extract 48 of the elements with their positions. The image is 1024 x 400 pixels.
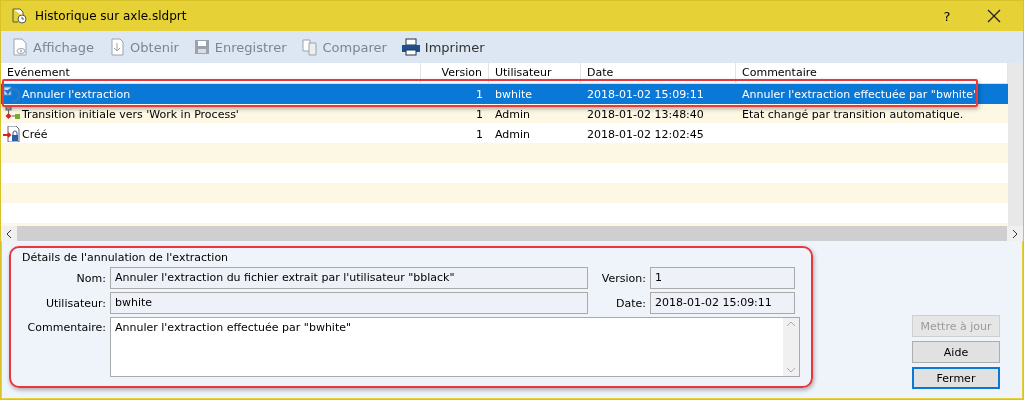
field-label: Nom: <box>75 271 106 285</box>
printer-icon <box>400 38 421 56</box>
table-cell-text: 2018-01-02 15:09:11 <box>586 87 705 101</box>
column-header[interactable]: Version <box>421 63 489 83</box>
name-field[interactable]: Annuler l'extraction du fichier extrait par l'utilisateur "bblack" <box>110 267 588 289</box>
window-title: Historique sur axle.sldprt <box>35 9 188 23</box>
table-cell-text: 2018-01-02 12:02:45 <box>586 127 705 141</box>
column-header[interactable]: Evénement <box>1 63 421 83</box>
document-arrow-icon <box>108 38 127 56</box>
column-header[interactable]: Utilisateur <box>489 63 581 83</box>
table-cell-text: bwhite <box>494 87 534 101</box>
toolbar-button[interactable]: Imprimer <box>400 38 485 56</box>
field-label: Utilisateur: <box>44 296 106 310</box>
table-cell-text: 1 <box>475 87 484 101</box>
table-cell-text: 1 <box>475 107 484 121</box>
table-row[interactable]: Annuler l'extraction 1 bwhite 2018-01-02 15:09:11 Annuler l'extraction effectuée par "bwhite" <box>1 84 1008 104</box>
group-title: Détails de l'annulation de l'extraction <box>22 251 230 264</box>
table-row[interactable]: Transition initiale vers 'Work in Process' 1 Admin 2018-01-02 13:48:40 Etat changé par transition automatique. <box>1 104 1008 124</box>
dialog-button[interactable]: Aide <box>912 341 1000 363</box>
date-field[interactable]: 2018-01-02 15:09:11 <box>650 292 795 314</box>
table-cell-text: 2018-01-02 13:48:40 <box>586 107 705 121</box>
table-cell: Créé <box>22 127 48 141</box>
comment-field[interactable]: Annuler l'extraction effectuée par "bwhite" <box>110 317 800 377</box>
field-label: Commentaire: <box>26 320 106 334</box>
document-lock-icon <box>3 126 21 142</box>
field-label: Date: <box>615 296 646 310</box>
help-button[interactable]: ? <box>927 8 967 24</box>
horizontal-scrollbar[interactable] <box>1 226 1023 241</box>
table-cell-text: Admin <box>494 107 532 121</box>
table-cell-text: 1 <box>475 127 484 141</box>
column-header[interactable]: Date <box>581 63 736 83</box>
flow-diagram-icon <box>3 106 21 122</box>
document-eye-icon <box>11 38 29 56</box>
field-label: Version: <box>600 271 646 285</box>
two-documents-icon <box>300 38 319 56</box>
table-cell: Etat changé par transition automatique. <box>742 107 964 121</box>
table-cell: Transition initiale vers 'Work in Process' <box>22 107 239 121</box>
table-cell-text: Admin <box>494 127 532 141</box>
table-row[interactable]: Créé 1 Admin 2018-01-02 12:02:45 <box>1 124 1008 144</box>
dialog-button[interactable]: Fermer <box>912 367 1000 389</box>
version-field[interactable]: 1 <box>650 267 795 289</box>
user-field[interactable]: bwhite <box>110 292 588 314</box>
undo-arrow-icon <box>3 86 21 102</box>
close-icon[interactable] <box>987 9 1001 23</box>
document-clock-icon <box>11 8 27 24</box>
table-cell: Annuler l'extraction <box>22 87 131 101</box>
table-cell: Annuler l'extraction effectuée par "bwhite" <box>742 87 979 101</box>
vertical-scrollbar[interactable] <box>1008 63 1023 226</box>
